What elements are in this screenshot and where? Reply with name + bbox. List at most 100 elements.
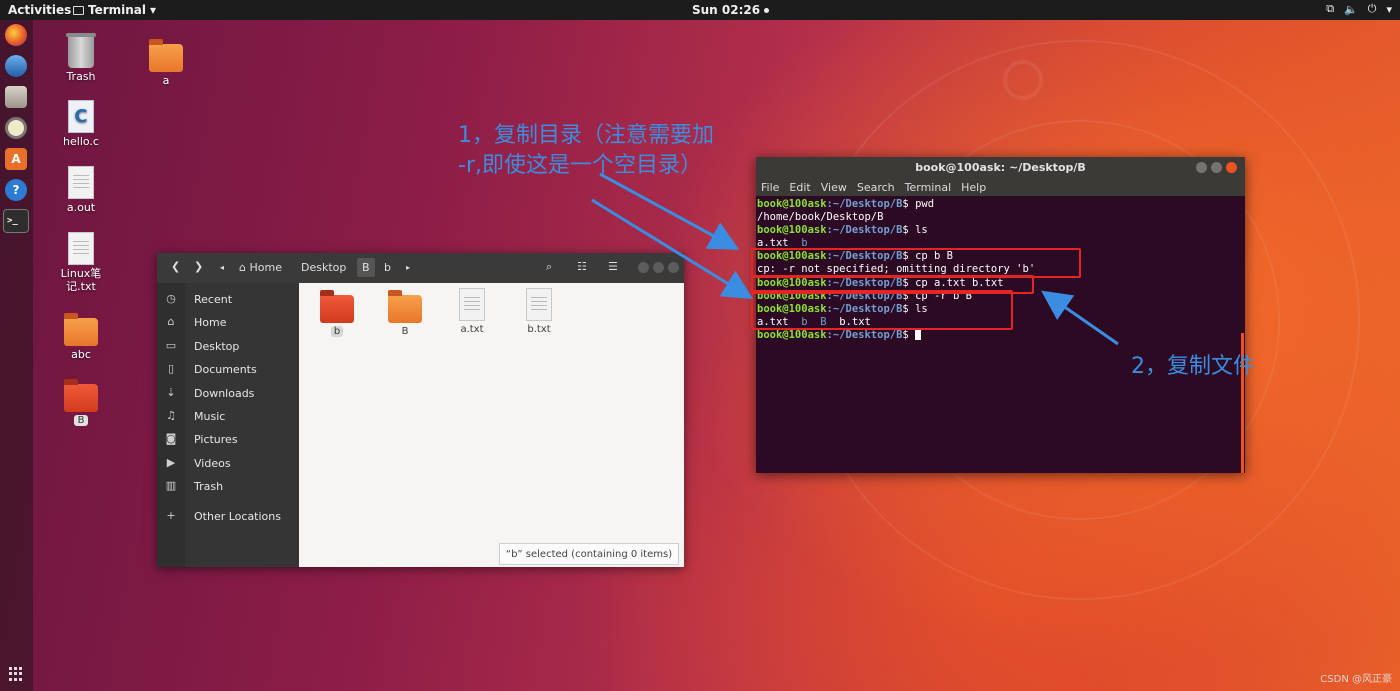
window-controls xyxy=(1196,162,1237,173)
menu-edit[interactable]: Edit xyxy=(789,181,810,194)
desktop-icon-trash[interactable]: Trash xyxy=(46,33,116,83)
prompt-symbol: $ xyxy=(902,224,916,237)
file-item[interactable]: a.txt xyxy=(444,288,500,335)
sidebar-item-label: Trash xyxy=(194,480,224,493)
terminal-line: /home/book/Desktop/B xyxy=(757,211,1244,224)
search-icon[interactable]: ⌕ xyxy=(546,260,552,274)
camera-icon: ◙ xyxy=(165,432,177,445)
desktop-icon-hello-c[interactable]: C hello.c xyxy=(46,100,116,148)
annotation-line: -r,即使这是一个空目录） xyxy=(458,153,702,178)
desktop-icon-label: a xyxy=(162,74,170,87)
desktop-icon-linux-notes[interactable]: Linux笔记.txt xyxy=(46,232,116,293)
menu-file[interactable]: File xyxy=(761,181,779,194)
output-text: /home/book/Desktop/B xyxy=(757,211,884,224)
sidebar-item-label: Other Locations xyxy=(194,510,281,523)
menu-terminal[interactable]: Terminal xyxy=(905,181,952,194)
terminal-output[interactable]: book@100ask:~/Desktop/B$ pwd/home/book/D… xyxy=(756,196,1245,473)
terminal-line: book@100ask:~/Desktop/B$ pwd xyxy=(757,198,1244,211)
forward-button[interactable]: ❯ xyxy=(194,260,203,273)
volume-icon: 🔈 xyxy=(1344,2,1358,16)
sidebar-item-downloads[interactable]: ⇣ Downloads xyxy=(157,383,299,405)
desktop-icon-label: Linux笔记.txt xyxy=(60,267,102,293)
folder-icon: ▭ xyxy=(165,339,177,352)
file-item-label: b xyxy=(330,326,344,337)
minimize-button[interactable] xyxy=(638,262,649,273)
menu-search[interactable]: Search xyxy=(857,181,895,194)
maximize-button[interactable] xyxy=(1211,162,1222,173)
sidebar-item-label: Home xyxy=(194,316,227,329)
maximize-button[interactable] xyxy=(653,262,664,273)
terminal-titlebar[interactable]: book@100ask: ~/Desktop/B xyxy=(756,157,1245,179)
clock[interactable]: Sun 02:26 xyxy=(692,3,770,17)
breadcrumb-child[interactable]: b xyxy=(384,261,391,274)
document-icon xyxy=(68,232,94,265)
terminal-icon[interactable]: >_ xyxy=(3,209,29,233)
help-icon[interactable]: ? xyxy=(5,179,27,201)
breadcrumb-home-label: Home xyxy=(249,261,282,274)
command-text: ls xyxy=(915,224,928,237)
file-item[interactable]: b.txt xyxy=(511,288,567,335)
desktop-icon-a[interactable]: a xyxy=(131,39,201,87)
breadcrumb-right-arrow-icon[interactable]: ▸ xyxy=(406,263,410,272)
sidebar-item-label: Downloads xyxy=(194,387,255,400)
file-item-label: a.txt xyxy=(460,324,484,335)
breadcrumb-home[interactable]: ⌂ Home xyxy=(239,261,282,274)
menu-view[interactable]: View xyxy=(821,181,847,194)
view-options-icon[interactable]: ☷ xyxy=(577,260,587,273)
sidebar-item-other-locations[interactable]: + Other Locations xyxy=(157,506,299,528)
desktop-icon-a-out[interactable]: a.out xyxy=(46,166,116,214)
file-manager-window: ❮ ❯ ◂ ⌂ Home Desktop B b ▸ ⌕ ☷ ☰ ◷ Recen… xyxy=(157,253,684,567)
back-button[interactable]: ❮ xyxy=(171,260,180,273)
activities-button[interactable]: Activities xyxy=(8,3,71,17)
annotation-line: 1，复制目录（注意需要加 xyxy=(458,123,714,148)
breadcrumb-desktop[interactable]: Desktop xyxy=(301,261,346,274)
desktop-icon-label: abc xyxy=(71,348,91,361)
breadcrumb-left-arrow-icon[interactable]: ◂ xyxy=(220,263,224,272)
document-icon xyxy=(68,166,94,199)
wallpaper-ring xyxy=(1003,60,1043,100)
files-icon[interactable] xyxy=(5,86,27,108)
chevron-down-icon: ▾ xyxy=(1386,2,1392,16)
desktop-icon-label: Trash xyxy=(66,70,96,83)
desktop-icon-B[interactable]: B xyxy=(46,379,116,426)
minimize-button[interactable] xyxy=(1196,162,1207,173)
annotation-directory-copy: 1，复制目录（注意需要加 -r,即使这是一个空目录） xyxy=(458,121,714,181)
file-manager-content: b B a.txt b.txt xyxy=(299,283,684,567)
arrow-to-cp-b-command xyxy=(599,172,740,250)
menu-icon[interactable]: ☰ xyxy=(608,260,618,273)
sidebar-item-videos[interactable]: ▶ Videos xyxy=(157,453,299,475)
sidebar-item-trash[interactable]: ▥ Trash xyxy=(157,476,299,498)
app-menu[interactable]: Terminal ▾ xyxy=(73,3,156,17)
file-item-label: B xyxy=(401,326,409,337)
show-applications-icon[interactable] xyxy=(9,667,23,681)
sidebar-item-home[interactable]: ⌂ Home xyxy=(157,312,299,334)
home-icon: ⌂ xyxy=(239,261,246,274)
close-button[interactable] xyxy=(1226,162,1237,173)
software-icon[interactable]: A xyxy=(5,148,27,170)
sidebar-item-recent[interactable]: ◷ Recent xyxy=(157,289,299,311)
folder-icon xyxy=(388,290,422,323)
file-item[interactable]: b xyxy=(309,290,365,337)
sidebar-item-pictures[interactable]: ◙ Pictures xyxy=(157,429,299,451)
highlight-box xyxy=(751,248,1081,278)
sidebar-item-label: Pictures xyxy=(194,433,238,446)
breadcrumb-current[interactable]: B xyxy=(357,258,375,277)
sidebar-item-desktop[interactable]: ▭ Desktop xyxy=(157,336,299,358)
desktop-icon-abc[interactable]: abc xyxy=(46,313,116,361)
rhythmbox-icon[interactable] xyxy=(5,117,27,139)
close-button[interactable] xyxy=(668,262,679,273)
sidebar-item-music[interactable]: ♫ Music xyxy=(157,406,299,428)
highlight-box xyxy=(751,290,1013,330)
file-manager-header: ❮ ❯ ◂ ⌂ Home Desktop B b ▸ ⌕ ☷ ☰ xyxy=(157,253,684,283)
status-bar: “b” selected (containing 0 items) xyxy=(499,543,679,565)
desktop-icon-label: B xyxy=(73,415,89,426)
thunderbird-icon[interactable] xyxy=(5,55,27,77)
command-text: pwd xyxy=(915,198,935,210)
sidebar-item-documents[interactable]: ▯ Documents xyxy=(157,359,299,381)
sidebar-item-label: Recent xyxy=(194,293,233,306)
firefox-icon[interactable] xyxy=(5,24,27,46)
menu-help[interactable]: Help xyxy=(961,181,986,194)
video-icon: ▶ xyxy=(166,456,176,469)
file-item[interactable]: B xyxy=(377,290,433,337)
system-tray[interactable]: ⧉ 🔈 ⏻ ▾ xyxy=(1326,2,1392,16)
